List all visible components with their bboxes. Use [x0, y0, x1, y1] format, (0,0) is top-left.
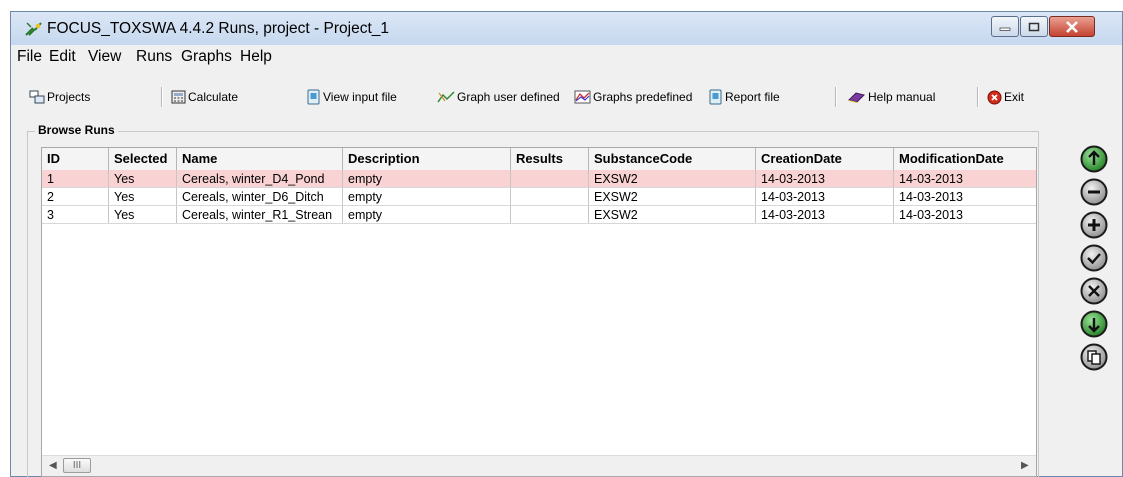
report-file-icon — [709, 89, 722, 105]
menu-bar: File Edit View Runs Graphs Help — [11, 45, 1122, 67]
cell-name: Cereals, winter_D4_Pond — [177, 170, 343, 187]
remove-icon[interactable] — [1080, 178, 1108, 206]
cell-results — [511, 188, 589, 205]
calculate-label: Calculate — [188, 90, 239, 104]
graphs-predefined-button[interactable]: Graphs predefined — [574, 88, 692, 106]
close-icon — [1066, 20, 1078, 33]
cell-results — [511, 170, 589, 187]
cell-creationdate: 14-03-2013 — [756, 206, 894, 223]
cell-selected: Yes — [109, 170, 177, 187]
toolbar-separator — [835, 87, 837, 107]
report-file-label: Report file — [725, 90, 780, 104]
add-icon[interactable] — [1080, 211, 1108, 239]
menu-help[interactable]: Help — [240, 48, 272, 66]
projects-label: Projects — [47, 90, 91, 104]
projects-button[interactable]: Projects — [29, 88, 90, 106]
cell-results — [511, 206, 589, 223]
graphs-predefined-label: Graphs predefined — [593, 90, 693, 104]
toolbar: Projects Calculate View input file Graph… — [11, 67, 1122, 118]
cell-selected: Yes — [109, 188, 177, 205]
help-book-icon — [848, 92, 865, 103]
cell-substancecode: EXSW2 — [589, 206, 756, 223]
menu-edit[interactable]: Edit — [49, 48, 76, 66]
browse-runs-label: Browse Runs — [35, 123, 118, 137]
report-file-button[interactable]: Report file — [708, 88, 780, 106]
table-header: ID Selected Name Description Results Sub… — [42, 148, 1036, 171]
col-header-modificationdate[interactable]: ModificationDate — [894, 148, 1036, 170]
menu-file[interactable]: File — [17, 48, 42, 66]
table-row[interactable]: 1 Yes Cereals, winter_D4_Pond empty EXSW… — [42, 170, 1036, 188]
copy-icon[interactable] — [1080, 343, 1108, 371]
col-header-creationdate[interactable]: CreationDate — [756, 148, 894, 170]
cell-id: 1 — [42, 170, 109, 187]
window-title: FOCUS_TOXSWA 4.4.2 Runs, project - Proje… — [47, 20, 389, 37]
graph-user-defined-button[interactable]: Graph user defined — [437, 88, 560, 106]
help-manual-button[interactable]: Help manual — [847, 88, 935, 106]
help-manual-label: Help manual — [868, 90, 936, 104]
cell-name: Cereals, winter_D6_Ditch — [177, 188, 343, 205]
cell-creationdate: 14-03-2013 — [756, 170, 894, 187]
view-input-file-button[interactable]: View input file — [306, 88, 397, 106]
table-row[interactable]: 3 Yes Cereals, winter_R1_Strean empty EX… — [42, 206, 1036, 224]
cell-id: 2 — [42, 188, 109, 205]
cell-modificationdate: 14-03-2013 — [899, 172, 963, 186]
graph-user-defined-label: Graph user defined — [457, 90, 560, 104]
toolbar-separator — [977, 87, 979, 107]
graph-line-icon — [437, 91, 455, 103]
cell-modificationdate: 14-03-2013 — [899, 208, 963, 222]
menu-graphs[interactable]: Graphs — [181, 48, 232, 66]
col-header-id[interactable]: ID — [42, 148, 109, 170]
cell-name: Cereals, winter_R1_Strean — [177, 206, 343, 223]
col-header-results[interactable]: Results — [511, 148, 589, 170]
cell-description: empty — [343, 170, 511, 187]
graph-chart-icon — [574, 90, 591, 104]
restore-icon — [1028, 22, 1040, 31]
view-input-file-label: View input file — [323, 90, 397, 104]
table-row[interactable]: 2 Yes Cereals, winter_D6_Ditch empty EXS… — [42, 188, 1036, 206]
cell-description: empty — [343, 188, 511, 205]
move-down-icon[interactable] — [1080, 310, 1108, 338]
cell-description: empty — [343, 206, 511, 223]
calculator-icon — [171, 90, 186, 104]
close-button[interactable] — [1049, 16, 1095, 37]
toolbar-separator — [161, 87, 163, 107]
scrollbar-thumb[interactable]: III — [63, 458, 91, 473]
col-header-name[interactable]: Name — [177, 148, 343, 170]
grip-icon: III — [72, 460, 82, 471]
check-icon[interactable] — [1080, 244, 1108, 272]
col-header-description[interactable]: Description — [343, 148, 511, 170]
cell-substancecode: EXSW2 — [589, 170, 756, 187]
scroll-right-icon[interactable]: ▶ — [1021, 460, 1029, 471]
app-logo-icon — [25, 22, 42, 36]
minimize-icon — [999, 27, 1011, 31]
minimize-button[interactable] — [991, 16, 1019, 37]
col-header-substancecode[interactable]: SubstanceCode — [589, 148, 756, 170]
exit-button[interactable]: Exit — [987, 88, 1024, 106]
calculate-button[interactable]: Calculate — [171, 88, 238, 106]
col-header-selected[interactable]: Selected — [109, 148, 177, 170]
projects-icon — [29, 90, 45, 104]
app-window: FOCUS_TOXSWA 4.4.2 Runs, project - Proje… — [10, 11, 1123, 477]
runs-table[interactable]: ID Selected Name Description Results Sub… — [41, 147, 1037, 477]
exit-icon — [987, 90, 1002, 104]
file-view-icon — [307, 89, 320, 105]
maximize-button[interactable] — [1020, 16, 1048, 37]
title-bar: FOCUS_TOXSWA 4.4.2 Runs, project - Proje… — [11, 12, 1122, 45]
cell-selected: Yes — [109, 206, 177, 223]
exit-label: Exit — [1004, 90, 1025, 104]
cell-modificationdate: 14-03-2013 — [899, 190, 963, 204]
menu-runs[interactable]: Runs — [136, 48, 172, 66]
cell-creationdate: 14-03-2013 — [756, 188, 894, 205]
horizontal-scrollbar[interactable]: ◀ III ▶ — [42, 455, 1036, 476]
cell-id: 3 — [42, 206, 109, 223]
cancel-icon[interactable] — [1080, 277, 1108, 305]
cell-substancecode: EXSW2 — [589, 188, 756, 205]
scroll-left-icon[interactable]: ◀ — [49, 460, 57, 471]
move-up-icon[interactable] — [1080, 145, 1108, 173]
menu-view[interactable]: View — [88, 48, 121, 66]
